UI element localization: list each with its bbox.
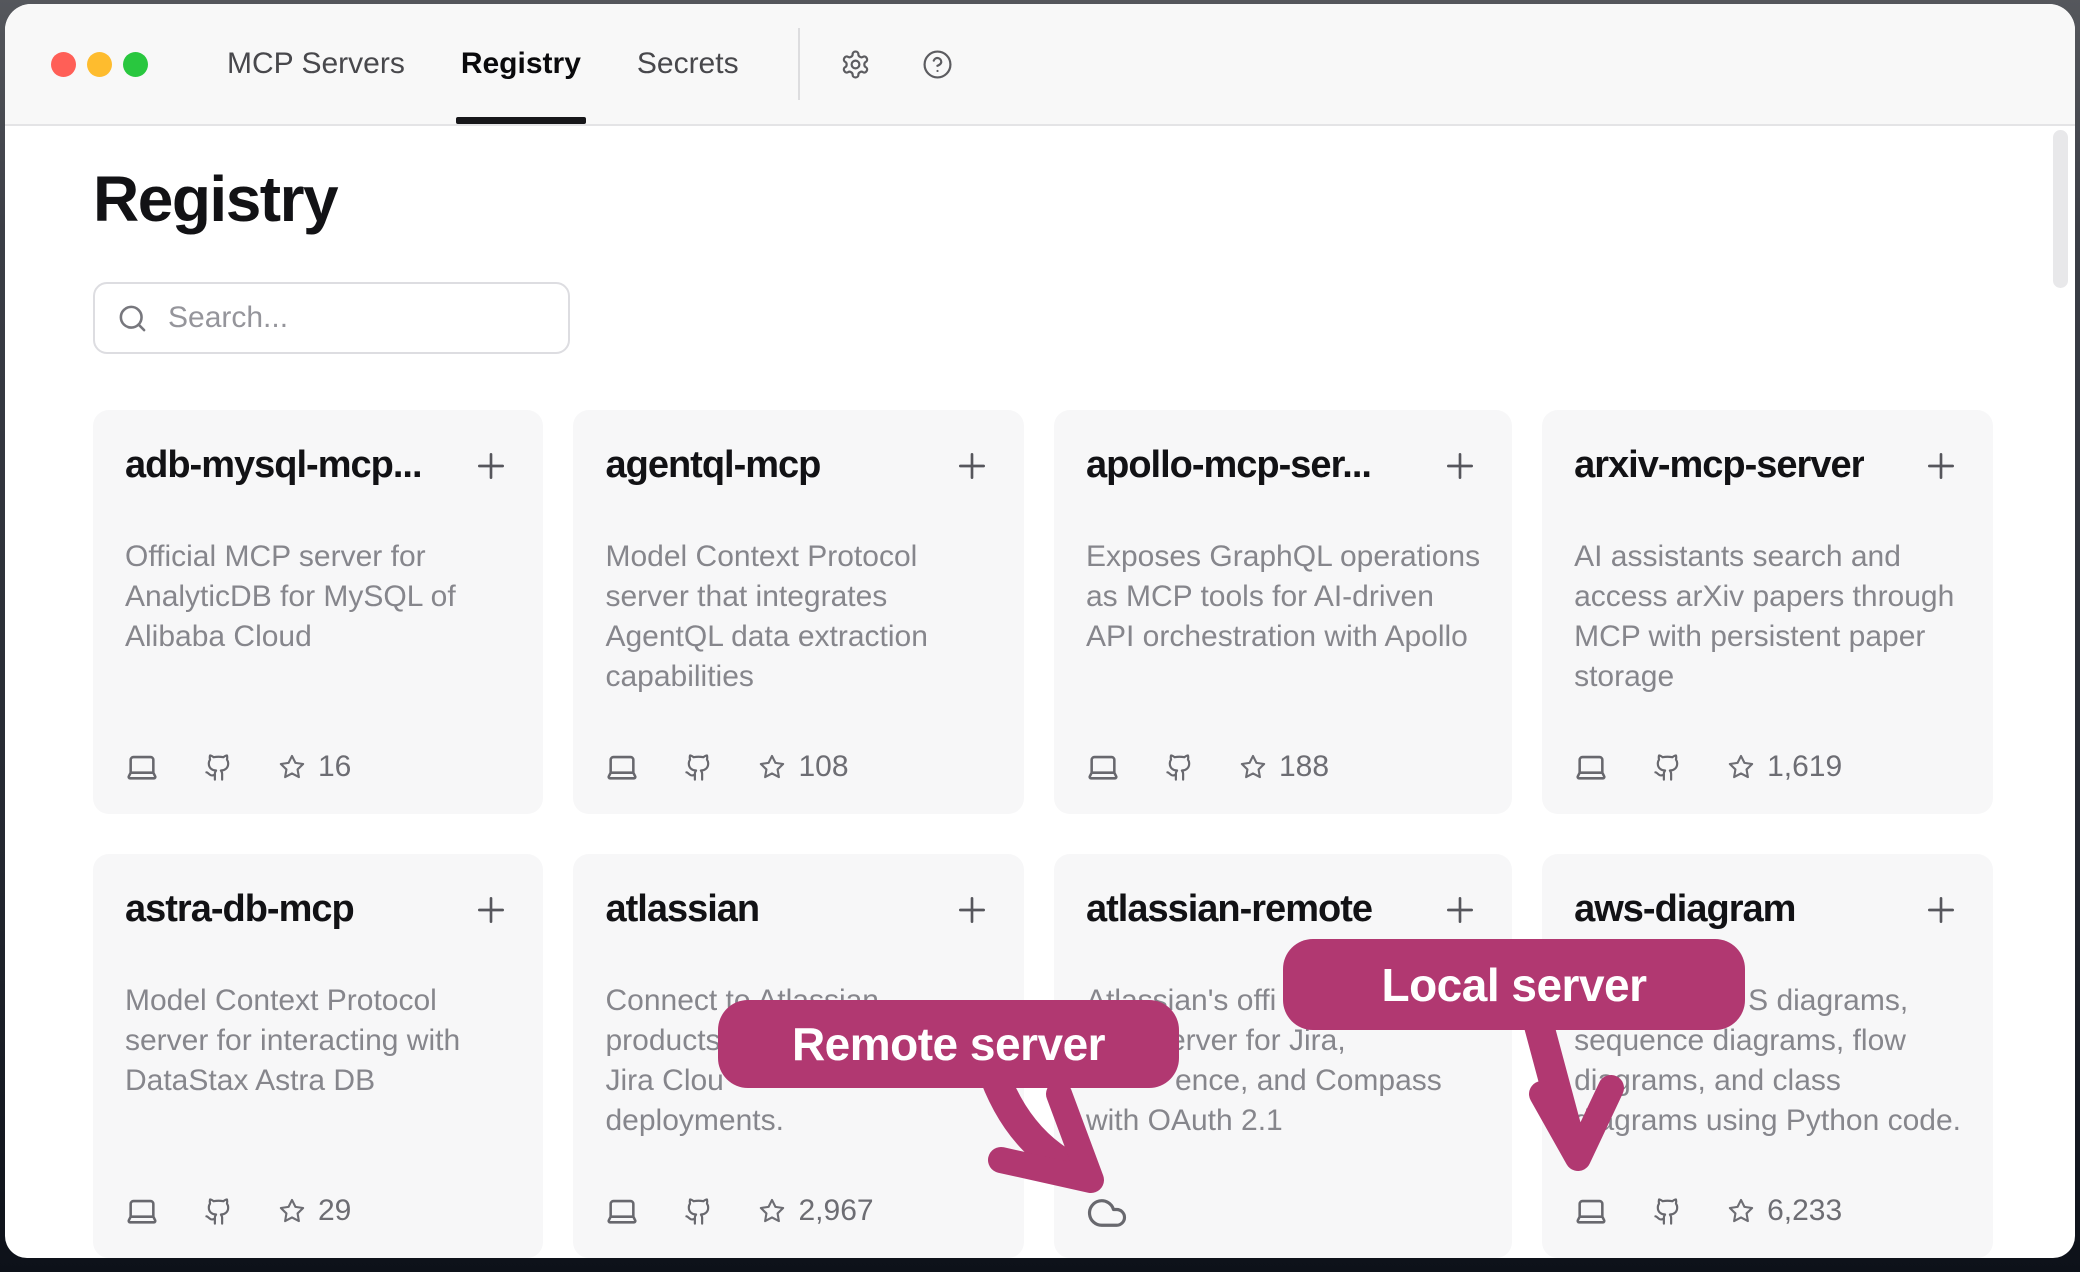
laptop-icon: [605, 1194, 639, 1228]
star-count: 1,619: [1727, 750, 1842, 784]
plus-icon: [1440, 474, 1480, 489]
server-card-footer: 2,967: [605, 1194, 873, 1228]
github-icon: [1653, 1197, 1682, 1226]
server-name: apollo-mcp-ser...: [1086, 444, 1371, 487]
star-icon: [278, 1197, 306, 1225]
server-card-astra-db-mcp[interactable]: astra-db-mcp Model Context Protocol serv…: [93, 854, 543, 1258]
search-box: [93, 282, 570, 354]
add-server-button[interactable]: [471, 446, 511, 489]
server-card-adb-mysql-mcp[interactable]: adb-mysql-mcp... Official MCP server for…: [93, 410, 543, 814]
add-server-button[interactable]: [1921, 446, 1961, 489]
star-count: 188: [1239, 750, 1329, 784]
server-card-aws-diagram[interactable]: aws-diagram S diagrams, sequence diagram…: [1542, 854, 1993, 1258]
cloud-icon: [1086, 1192, 1128, 1228]
laptop-icon: [125, 1194, 159, 1228]
help-button[interactable]: [916, 42, 960, 86]
annotation-remote-server: Remote server: [718, 1000, 1179, 1088]
github-icon: [684, 1197, 713, 1226]
server-card-footer: 188: [1086, 750, 1329, 784]
help-icon: [922, 49, 953, 80]
server-description: Official MCP server for AnalyticDB for M…: [125, 537, 511, 657]
github-icon: [204, 753, 233, 782]
plus-icon: [471, 474, 511, 489]
server-card-footer: 108: [605, 750, 848, 784]
laptop-icon: [125, 750, 159, 784]
server-card-footer: 29: [125, 1194, 351, 1228]
laptop-icon: [605, 750, 639, 784]
add-server-button[interactable]: [1440, 890, 1480, 933]
server-card-footer: 16: [125, 750, 351, 784]
star-icon: [758, 753, 786, 781]
titlebar: MCP Servers Registry Secrets: [5, 4, 2075, 126]
tab-mcp-servers[interactable]: MCP Servers: [224, 4, 408, 124]
plus-icon: [471, 918, 511, 933]
server-name: astra-db-mcp: [125, 888, 354, 931]
server-name: arxiv-mcp-server: [1574, 444, 1864, 487]
minimize-window-button[interactable]: [87, 52, 112, 77]
main-tabs: MCP Servers Registry Secrets: [224, 4, 742, 124]
server-card-apollo-mcp-server[interactable]: apollo-mcp-ser... Exposes GraphQL operat…: [1054, 410, 1512, 814]
server-name: agentql-mcp: [605, 444, 820, 487]
star-icon: [278, 753, 306, 781]
server-name: adb-mysql-mcp...: [125, 444, 422, 487]
page-title: Registry: [93, 166, 2075, 232]
plus-icon: [1921, 474, 1961, 489]
gear-icon: [840, 49, 871, 80]
server-card-agentql-mcp[interactable]: agentql-mcp Model Context Protocol serve…: [573, 410, 1023, 814]
add-server-button[interactable]: [1921, 890, 1961, 933]
server-card-arxiv-mcp-server[interactable]: arxiv-mcp-server AI assistants search an…: [1542, 410, 1993, 814]
settings-button[interactable]: [834, 42, 878, 86]
search-icon: [117, 303, 148, 334]
star-icon: [1727, 753, 1755, 781]
star-count: 2,967: [758, 1194, 873, 1228]
star-count: 29: [278, 1194, 351, 1228]
laptop-icon: [1574, 750, 1608, 784]
add-server-button[interactable]: [1440, 446, 1480, 489]
traffic-lights: [51, 52, 148, 77]
star-count: 108: [758, 750, 848, 784]
registry-page: Registry adb-mysql-mcp... Official M: [5, 166, 2075, 1258]
vertical-scrollbar[interactable]: [2053, 130, 2068, 288]
star-icon: [758, 1197, 786, 1225]
github-icon: [684, 753, 713, 782]
server-card-grid: adb-mysql-mcp... Official MCP server for…: [93, 410, 1993, 1258]
server-name: atlassian-remote: [1086, 888, 1372, 931]
add-server-button[interactable]: [952, 446, 992, 489]
server-name: atlassian: [605, 888, 759, 931]
laptop-icon: [1086, 750, 1120, 784]
star-icon: [1727, 1197, 1755, 1225]
laptop-icon: [1574, 1194, 1608, 1228]
plus-icon: [952, 918, 992, 933]
zoom-window-button[interactable]: [123, 52, 148, 77]
add-server-button[interactable]: [471, 890, 511, 933]
tab-secrets[interactable]: Secrets: [634, 4, 742, 124]
server-description: Exposes GraphQL operations as MCP tools …: [1086, 537, 1480, 657]
titlebar-divider: [798, 28, 800, 100]
github-icon: [1165, 753, 1194, 782]
server-description: Model Context Protocol server that integ…: [605, 537, 991, 697]
star-count: 6,233: [1727, 1194, 1842, 1228]
server-name: aws-diagram: [1574, 888, 1795, 931]
close-window-button[interactable]: [51, 52, 76, 77]
annotation-local-server: Local server: [1283, 939, 1745, 1030]
github-icon: [1653, 753, 1682, 782]
tab-registry[interactable]: Registry: [458, 4, 584, 124]
plus-icon: [1921, 918, 1961, 933]
server-description: AI assistants search and access arXiv pa…: [1574, 537, 1961, 697]
add-server-button[interactable]: [952, 890, 992, 933]
star-icon: [1239, 753, 1267, 781]
github-icon: [204, 1197, 233, 1226]
plus-icon: [1440, 918, 1480, 933]
app-window: MCP Servers Registry Secrets Registry: [5, 4, 2075, 1258]
plus-icon: [952, 474, 992, 489]
search-input[interactable]: [166, 300, 546, 336]
star-count: 16: [278, 750, 351, 784]
server-card-footer: 1,619: [1574, 750, 1842, 784]
server-description: Model Context Protocol server for intera…: [125, 981, 511, 1101]
server-card-footer: 6,233: [1574, 1194, 1842, 1228]
server-card-footer: [1086, 1192, 1128, 1228]
